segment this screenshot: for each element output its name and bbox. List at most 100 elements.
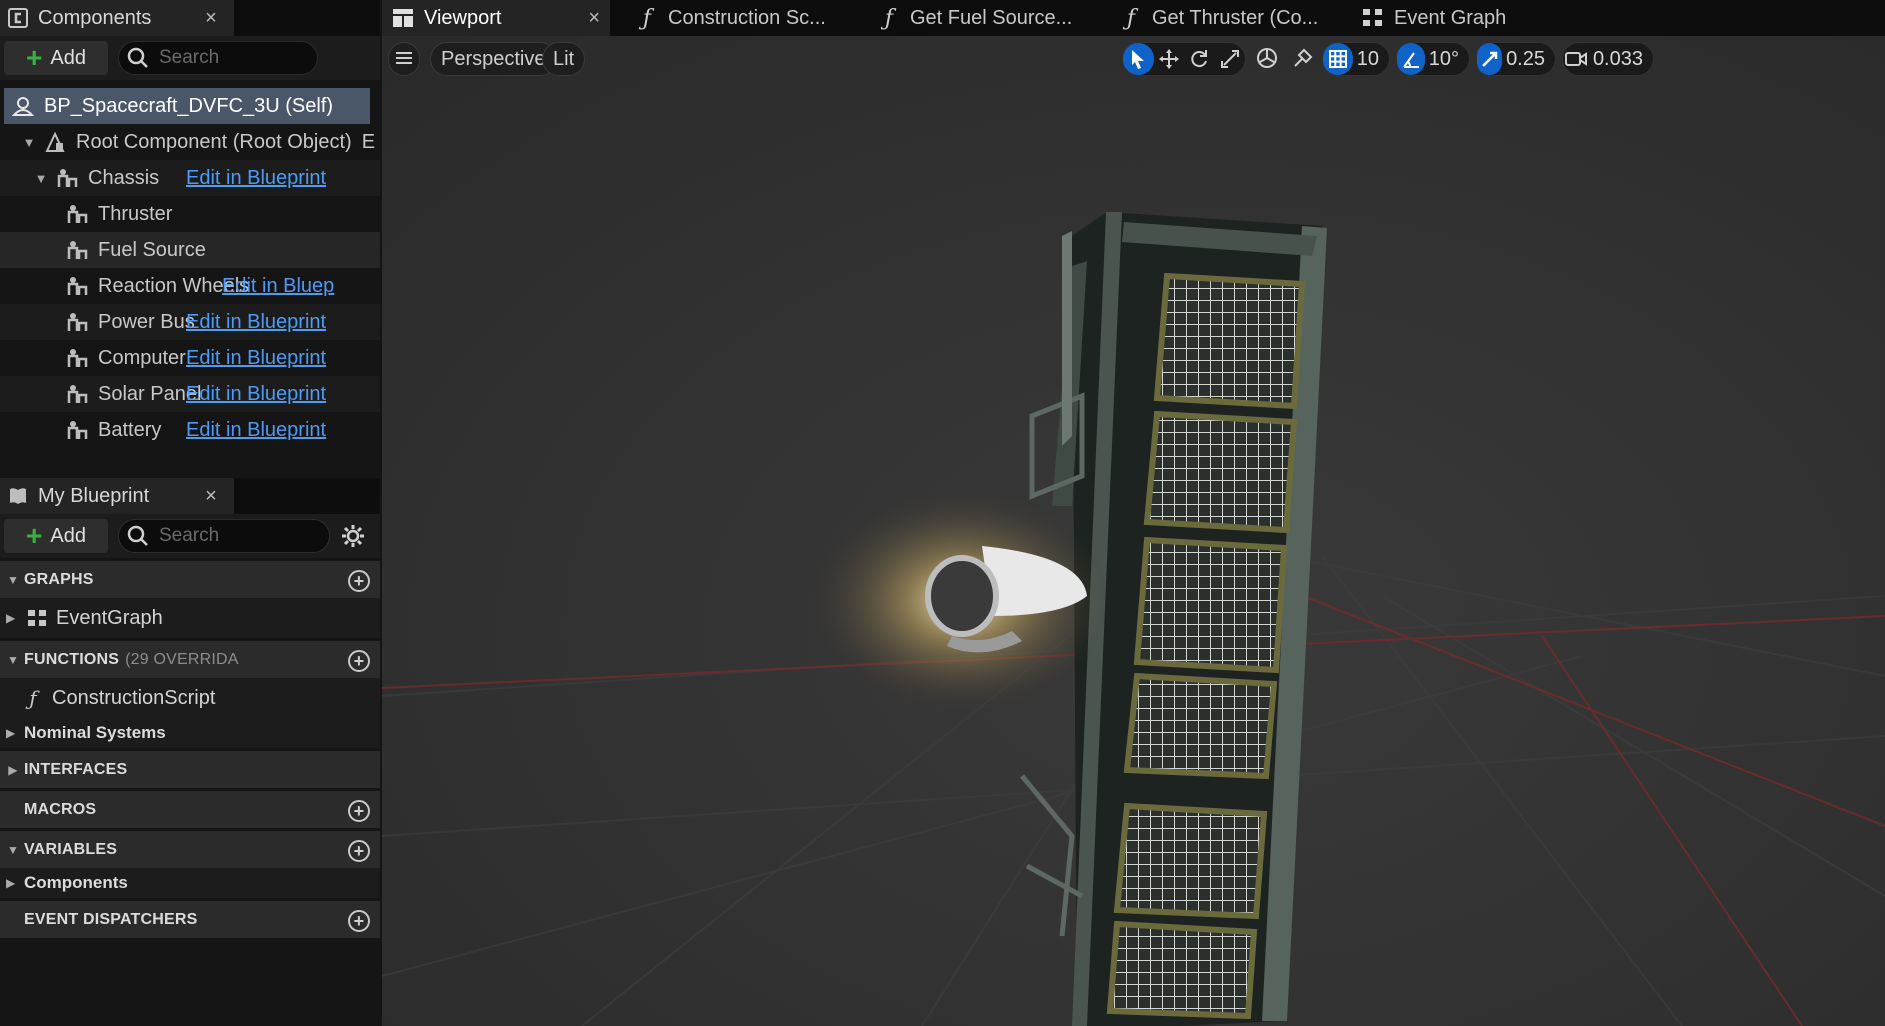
interfaces-section-header[interactable]: ▶ INTERFACES — [0, 748, 380, 788]
function-category-nominal-systems[interactable]: ▶ Nominal Systems — [0, 718, 380, 748]
tab-label: Viewport — [424, 6, 502, 29]
search-icon — [127, 525, 149, 547]
surface-snapping-icon[interactable] — [1286, 42, 1320, 74]
variables-section-header[interactable]: ▼ VARIABLES + — [0, 828, 380, 868]
tree-item-computer[interactable]: Computer Edit in Blueprint — [0, 340, 380, 376]
tab-construction-script[interactable]: ƒ Construction Sc... — [636, 0, 866, 36]
scale-snap-icon[interactable] — [1477, 43, 1503, 75]
camera-speed-group[interactable]: 0.033 — [1562, 42, 1654, 76]
graph-item-label: EventGraph — [56, 606, 163, 629]
add-graph-icon[interactable]: + — [348, 570, 370, 592]
function-item-label: ConstructionScript — [52, 686, 216, 709]
tree-item-self[interactable]: BP_Spacecraft_DVFC_3U (Self) — [4, 88, 370, 124]
close-icon[interactable]: × — [588, 7, 600, 30]
chevron-down-icon[interactable]: ▼ — [6, 573, 20, 587]
my-blueprint-tab[interactable]: My Blueprint × — [0, 478, 234, 514]
plus-icon: + — [26, 42, 43, 73]
add-component-button[interactable]: + Add — [4, 41, 108, 75]
chevron-right-icon[interactable]: ▶ — [6, 611, 20, 625]
edit-in-blueprint-link[interactable]: Edit in Blueprint — [186, 347, 326, 370]
3d-viewport[interactable]: Perspective Lit 10 10° 0.25 0.033 — [382, 36, 1885, 1026]
tab-label: Get Fuel Source... — [910, 6, 1073, 29]
edit-in-blueprint-link[interactable]: Edit in Blueprint — [186, 311, 326, 334]
add-label: Add — [50, 524, 86, 547]
tree-item-power-bus[interactable]: Power Bus Edit in Blueprint — [0, 304, 380, 340]
components-tabbar: Components × — [0, 0, 380, 36]
rotation-snap-icon[interactable] — [1397, 43, 1425, 75]
tree-item-thruster[interactable]: Thruster — [0, 196, 380, 232]
tab-get-thruster[interactable]: ƒ Get Thruster (Co... — [1120, 0, 1350, 36]
component-icon — [64, 239, 90, 261]
rotation-snap-group[interactable]: 10° — [1396, 42, 1470, 76]
add-label: Add — [50, 46, 86, 69]
component-icon — [54, 167, 80, 189]
components-icon — [8, 8, 28, 28]
tree-item-solar-panel[interactable]: Solar Panel Edit in Blueprint — [0, 376, 380, 412]
coordinate-system-icon[interactable] — [1250, 42, 1284, 74]
tree-item-trailing: E — [361, 130, 376, 153]
tab-get-fuel-source[interactable]: ƒ Get Fuel Source... — [878, 0, 1108, 36]
edit-in-blueprint-link[interactable]: Edit in Blueprint — [186, 167, 326, 190]
select-tool-icon[interactable] — [1123, 43, 1154, 75]
section-title: EVENT DISPATCHERS — [24, 910, 198, 928]
tree-item-reaction-wheels[interactable]: Reaction Wheels Edit in Bluep — [0, 268, 380, 304]
grid-snap-icon[interactable] — [1323, 43, 1353, 75]
tree-item-battery[interactable]: Battery Edit in Blueprint — [0, 412, 380, 448]
tree-item-chassis[interactable]: ▼ Chassis Edit in Blueprint — [0, 160, 380, 196]
camera-speed-icon[interactable] — [1563, 43, 1589, 75]
chevron-right-icon[interactable]: ▶ — [6, 876, 20, 890]
components-tab[interactable]: Components × — [0, 0, 234, 36]
viewport-scene — [382, 36, 1885, 1026]
view-mode-button[interactable]: Lit — [542, 42, 586, 76]
component-icon — [64, 419, 90, 441]
tree-item-label: Chassis — [88, 166, 160, 189]
transform-tools — [1122, 42, 1246, 76]
components-search-input[interactable]: Search — [118, 41, 318, 75]
tree-item-label: Computer — [98, 346, 186, 369]
add-macro-icon[interactable]: + — [348, 800, 370, 822]
tree-item-fuel-source[interactable]: Fuel Source — [0, 232, 380, 268]
variable-category-components[interactable]: ▶ Components — [0, 868, 380, 898]
chevron-right-icon[interactable]: ▶ — [6, 763, 20, 777]
add-event-dispatcher-icon[interactable]: + — [348, 910, 370, 932]
chevron-down-icon[interactable]: ▼ — [22, 135, 36, 150]
perspective-button[interactable]: Perspective — [430, 42, 557, 76]
tab-viewport[interactable]: Viewport × — [382, 0, 610, 36]
close-icon[interactable]: × — [198, 485, 224, 508]
tree-item-label: Battery — [98, 418, 162, 441]
graph-item-eventgraph[interactable]: ▶ EventGraph — [0, 598, 380, 638]
tab-event-graph[interactable]: Event Graph — [1362, 0, 1562, 36]
chevron-right-icon[interactable]: ▶ — [6, 726, 20, 740]
gear-icon[interactable] — [340, 523, 366, 549]
event-dispatchers-section-header[interactable]: EVENT DISPATCHERS + — [0, 898, 380, 938]
component-icon — [64, 275, 90, 297]
components-toolbar: + Add Search — [0, 36, 380, 80]
macros-section-header[interactable]: MACROS + — [0, 788, 380, 828]
translate-tool-icon[interactable] — [1154, 43, 1185, 75]
function-icon: ƒ — [642, 5, 652, 31]
my-blueprint-search-input[interactable]: Search — [118, 519, 330, 553]
rotate-tool-icon[interactable] — [1184, 43, 1215, 75]
add-function-icon[interactable]: + — [348, 650, 370, 672]
edit-in-blueprint-link[interactable]: Edit in Blueprint — [186, 419, 326, 442]
edit-in-blueprint-link[interactable]: Edit in Bluep — [222, 275, 334, 298]
graphs-section-header[interactable]: ▼ GRAPHS + — [0, 558, 380, 598]
viewport-options-button[interactable] — [388, 42, 420, 76]
chevron-down-icon[interactable]: ▼ — [34, 171, 48, 186]
edit-in-blueprint-link[interactable]: Edit in Blueprint — [186, 383, 326, 406]
editor-main: Viewport × ƒ Construction Sc... ƒ Get Fu… — [382, 0, 1885, 1026]
add-member-button[interactable]: + Add — [4, 519, 108, 553]
chevron-down-icon[interactable]: ▼ — [6, 653, 20, 667]
chevron-down-icon[interactable]: ▼ — [6, 843, 20, 857]
scale-tool-icon[interactable] — [1215, 43, 1246, 75]
scale-snap-group[interactable]: 0.25 — [1476, 42, 1556, 76]
grid-snap-group[interactable]: 10 — [1322, 42, 1390, 76]
tree-item-root[interactable]: ▼ Root Component (Root Object) E — [0, 124, 380, 160]
function-icon: ƒ — [1126, 5, 1136, 31]
close-icon[interactable]: × — [198, 7, 224, 30]
function-item-constructionscript[interactable]: ƒ ConstructionScript — [0, 678, 380, 718]
scene-component-icon — [42, 131, 68, 153]
override-count: (29 OVERRIDA — [125, 650, 239, 668]
functions-section-header[interactable]: ▼ FUNCTIONS (29 OVERRIDA + — [0, 638, 380, 678]
add-variable-icon[interactable]: + — [348, 840, 370, 862]
